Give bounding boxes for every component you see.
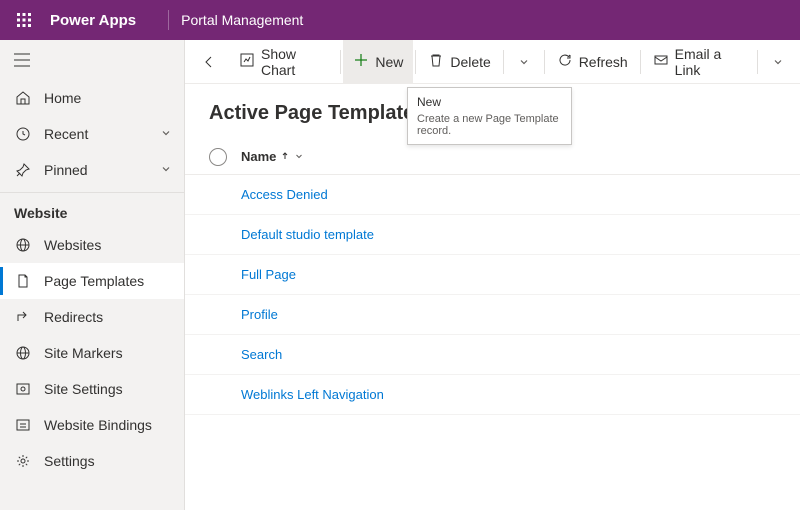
sidebar-item-label: Site Markers [44,345,123,361]
pin-icon [14,161,32,179]
plus-icon [353,52,369,71]
grid-body: Access Denied Default studio template Full… [185,175,800,415]
sort-asc-icon [280,149,290,164]
cmd-divider [544,50,545,74]
hamburger-button[interactable] [0,40,184,80]
column-label: Name [241,149,276,164]
sidebar-item-page-templates[interactable]: Page Templates [0,263,184,299]
sidebar-group-website: Website [0,197,184,227]
sidebar-item-site-markers[interactable]: Site Markers [0,335,184,371]
sidebar: Home Recent Pinned Website [0,40,185,510]
delete-more-button[interactable] [506,40,542,84]
cmd-label: Email a Link [675,46,745,78]
row-name-link[interactable]: Weblinks Left Navigation [233,387,384,402]
cmd-label: Show Chart [261,46,328,78]
cmd-label: New [375,54,403,70]
sidebar-item-recent[interactable]: Recent [0,116,184,152]
row-name-link[interactable]: Profile [233,307,278,322]
cmd-divider [415,50,416,74]
sidebar-divider [0,192,184,193]
show-chart-button[interactable]: Show Chart [229,40,338,84]
redirect-icon [14,308,32,326]
cmd-divider [503,50,504,74]
trash-icon [428,52,444,71]
bindings-icon [14,416,32,434]
back-button[interactable] [189,40,229,84]
sidebar-item-settings[interactable]: Settings [0,443,184,479]
chart-icon [239,52,255,71]
sidebar-item-pinned[interactable]: Pinned [0,152,184,188]
column-name[interactable]: Name [233,149,304,164]
sidebar-item-websites[interactable]: Websites [0,227,184,263]
command-bar: Show Chart New Delete [185,40,800,84]
table-row[interactable]: Default studio template [185,215,800,255]
sidebar-item-label: Page Templates [44,273,144,289]
header-divider [168,10,169,30]
tooltip-body: Create a new Page Template record. [417,113,562,137]
main-content: Show Chart New Delete [185,40,800,510]
cmd-divider [757,50,758,74]
table-row[interactable]: Full Page [185,255,800,295]
table-row[interactable]: Search [185,335,800,375]
sidebar-item-label: Pinned [44,162,88,178]
table-row[interactable]: Access Denied [185,175,800,215]
mail-icon [653,52,669,71]
tooltip-title: New [417,95,562,109]
sidebar-item-label: Home [44,90,81,106]
cmd-label: Refresh [579,54,628,70]
gear-icon [14,452,32,470]
home-icon [14,89,32,107]
sidebar-item-home[interactable]: Home [0,80,184,116]
clock-icon [14,125,32,143]
brand-label[interactable]: Power Apps [50,12,136,29]
email-more-button[interactable] [760,40,796,84]
table-row[interactable]: Profile [185,295,800,335]
cmd-label: Delete [450,54,490,70]
sidebar-item-label: Settings [44,453,95,469]
refresh-button[interactable]: Refresh [547,40,638,84]
sidebar-item-website-bindings[interactable]: Website Bindings [0,407,184,443]
chevron-down-icon [160,126,172,142]
refresh-icon [557,52,573,71]
globe-icon [14,344,32,362]
sidebar-item-site-settings[interactable]: Site Settings [0,371,184,407]
new-button[interactable]: New [343,40,413,84]
sidebar-item-label: Websites [44,237,101,253]
sidebar-item-label: Site Settings [44,381,123,397]
cmd-divider [340,50,341,74]
sidebar-item-label: Website Bindings [44,417,152,433]
table-row[interactable]: Weblinks Left Navigation [185,375,800,415]
app-name-label: Portal Management [181,12,303,28]
delete-button[interactable]: Delete [418,40,500,84]
row-name-link[interactable]: Full Page [233,267,296,282]
sidebar-item-label: Recent [44,126,88,142]
select-all[interactable] [203,148,233,166]
chevron-down-icon [294,149,304,164]
globe-icon [14,236,32,254]
row-name-link[interactable]: Default studio template [233,227,374,242]
row-name-link[interactable]: Search [233,347,282,362]
waffle-icon[interactable] [8,4,40,36]
app-header: Power Apps Portal Management [0,0,800,40]
email-link-button[interactable]: Email a Link [643,40,755,84]
page-icon [14,272,32,290]
cmd-divider [640,50,641,74]
row-name-link[interactable]: Access Denied [233,187,328,202]
sidebar-item-redirects[interactable]: Redirects [0,299,184,335]
settings-icon [14,380,32,398]
chevron-down-icon [160,162,172,178]
sidebar-item-label: Redirects [44,309,103,325]
new-tooltip: New Create a new Page Template record. [407,87,572,145]
